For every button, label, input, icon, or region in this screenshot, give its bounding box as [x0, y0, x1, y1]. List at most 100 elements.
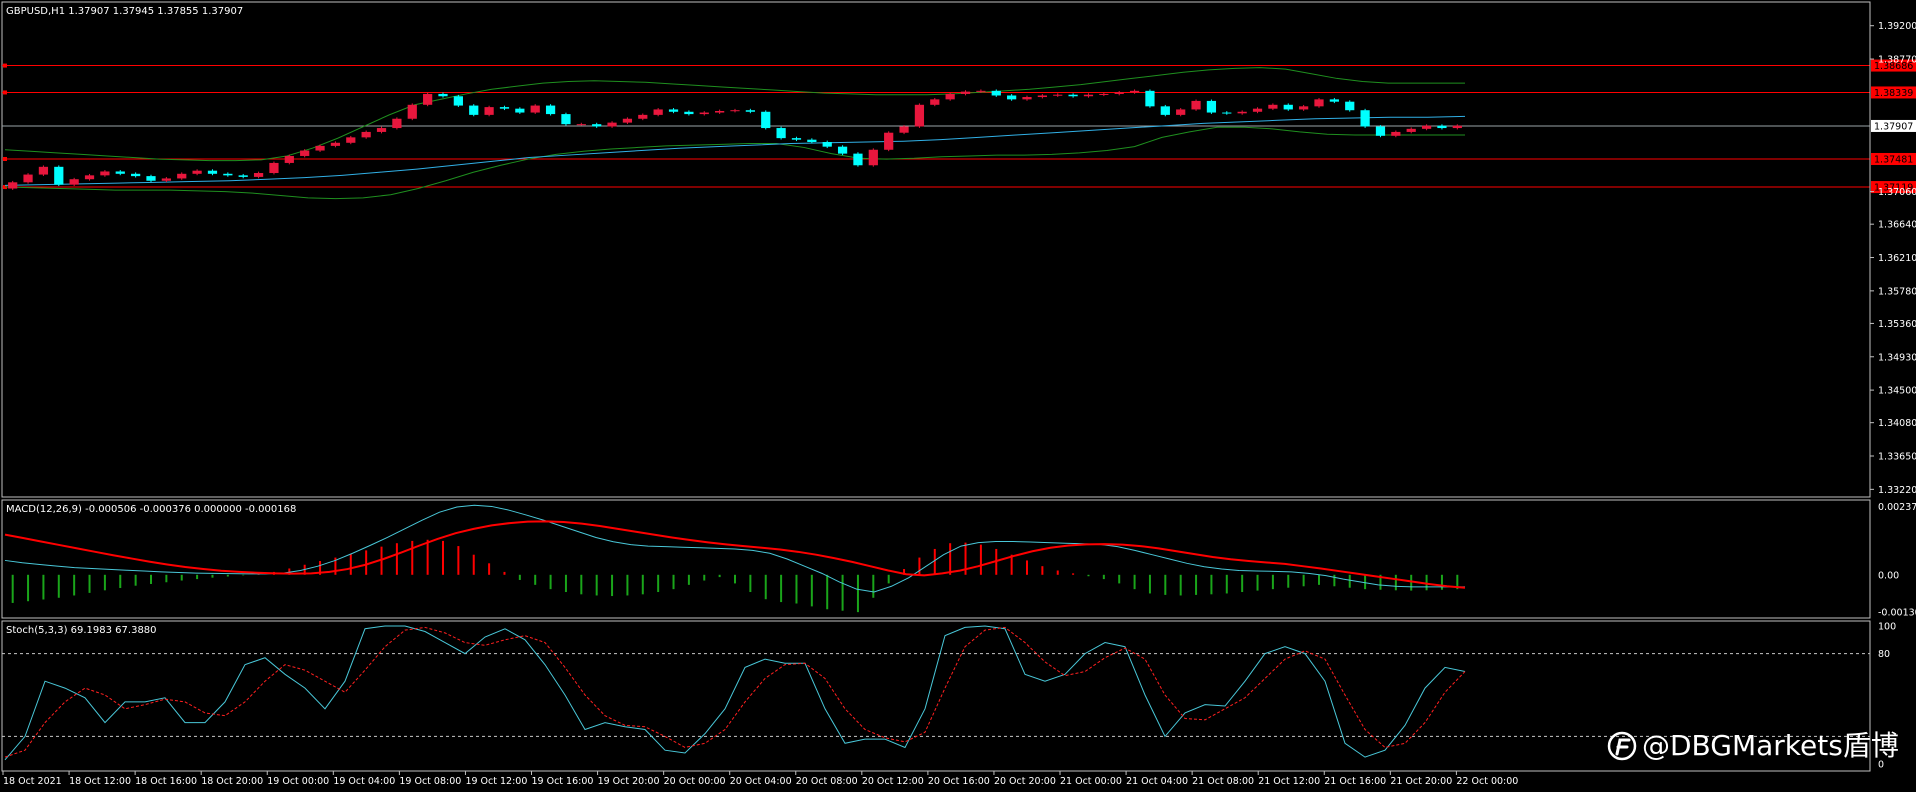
candle-body	[868, 149, 878, 166]
candle-body	[376, 128, 387, 132]
candle-body	[945, 93, 955, 100]
chart-root: 1.386861.383391.379071.374811.371191.392…	[0, 0, 1916, 792]
candle-body	[530, 105, 540, 113]
candle-body	[100, 171, 110, 176]
candle-body	[1360, 110, 1370, 127]
candle-body	[1176, 109, 1186, 115]
time-tick-label: 20 Oct 16:00	[928, 776, 990, 787]
time-tick-label: 20 Oct 00:00	[664, 776, 726, 787]
macd-tick-label: -0.001303	[1878, 608, 1916, 619]
candle-body	[545, 105, 556, 115]
candle-body	[192, 170, 202, 174]
candle-body	[1022, 97, 1032, 100]
candle-body	[561, 114, 571, 125]
level-tag-label: 1.37907	[1874, 121, 1913, 132]
price-tick-label: 1.33220	[1878, 485, 1916, 496]
candle-body	[1283, 104, 1293, 110]
price-tick-label: 1.35780	[1878, 286, 1916, 297]
candle-body	[1329, 99, 1339, 102]
candle-body	[1129, 90, 1140, 93]
time-tick-label: 21 Oct 20:00	[1390, 776, 1452, 787]
candle-body	[761, 111, 771, 129]
candle-body	[269, 162, 279, 174]
candle-body	[1406, 128, 1416, 132]
candle-body	[407, 104, 417, 119]
candle-body	[745, 110, 755, 112]
candle-body	[638, 114, 648, 119]
time-tick-label: 20 Oct 12:00	[862, 776, 924, 787]
price-tick-label: 1.34930	[1878, 352, 1916, 363]
candle-body	[499, 107, 510, 109]
time-tick-label: 21 Oct 12:00	[1258, 776, 1320, 787]
candle-body	[1145, 90, 1155, 107]
candle-body	[1191, 100, 1201, 110]
candle-body	[1114, 92, 1124, 94]
time-tick-label: 19 Oct 16:00	[532, 776, 594, 787]
candle-body	[146, 176, 156, 181]
time-tick-label: 18 Oct 12:00	[69, 776, 131, 787]
candle-body	[807, 139, 817, 143]
price-tick-label: 1.38770	[1878, 55, 1916, 66]
candle-body	[776, 128, 786, 139]
candle-body	[69, 179, 79, 185]
level-tag-label: 1.37481	[1874, 154, 1913, 165]
candle-body	[899, 126, 909, 133]
time-tick-label: 20 Oct 08:00	[796, 776, 858, 787]
candle-body	[607, 122, 617, 127]
stoch-tick-label: 100	[1878, 622, 1896, 633]
candle-body	[131, 173, 141, 177]
candle-body	[1391, 131, 1401, 136]
candle-body	[853, 153, 863, 166]
price-tick-label: 1.35360	[1878, 319, 1916, 330]
price-tick-label: 1.37060	[1878, 187, 1916, 198]
time-tick-label: 18 Oct 16:00	[135, 776, 197, 787]
stoch-tick-label: 80	[1878, 649, 1890, 660]
candle-body	[300, 150, 310, 156]
macd-tick-label: 0.002377	[1878, 502, 1916, 513]
candle-body	[115, 171, 125, 174]
candle-body	[592, 124, 602, 127]
candle-body	[1452, 125, 1462, 129]
candle-body	[330, 142, 341, 146]
candle-body	[837, 146, 848, 154]
candle-body	[484, 107, 494, 115]
time-tick-label: 19 Oct 08:00	[399, 776, 461, 787]
candle-body	[1206, 100, 1217, 113]
candle-body	[223, 173, 233, 176]
candle-body	[576, 124, 586, 126]
candle-body	[1345, 101, 1355, 111]
candle-body	[361, 131, 371, 138]
candle-body	[346, 137, 356, 143]
time-tick-label: 22 Oct 00:00	[1456, 776, 1518, 787]
candle-body	[423, 93, 433, 105]
time-tick-label: 19 Oct 20:00	[598, 776, 660, 787]
candle-body	[392, 118, 402, 129]
time-tick-label: 19 Oct 12:00	[465, 776, 527, 787]
level-marker	[3, 63, 7, 68]
background	[0, 0, 1916, 792]
candle-body	[1237, 111, 1247, 114]
candle-body	[1314, 99, 1324, 107]
level-marker	[3, 156, 7, 161]
stoch-panel-title: Stoch(5,3,3) 69.1983 67.3880	[6, 625, 157, 636]
candle-body	[1053, 94, 1063, 96]
candle-body	[1037, 95, 1047, 98]
candle-body	[930, 99, 940, 105]
candle-body	[54, 166, 64, 185]
price-tick-label: 1.36210	[1878, 253, 1916, 264]
time-tick-label: 18 Oct 2021	[3, 776, 62, 787]
candle-body	[976, 90, 986, 92]
candle-body	[791, 138, 802, 140]
candle-body	[653, 109, 663, 115]
time-tick-label: 18 Oct 20:00	[201, 776, 263, 787]
candle-body	[284, 155, 294, 163]
candle-body	[469, 105, 479, 115]
time-tick-label: 21 Oct 04:00	[1126, 776, 1188, 787]
price-tick-label: 1.34080	[1878, 418, 1916, 429]
time-tick-label: 20 Oct 20:00	[994, 776, 1056, 787]
candle-body	[960, 91, 971, 94]
time-tick-label: 21 Oct 16:00	[1324, 776, 1386, 787]
time-tick-label: 19 Oct 00:00	[267, 776, 329, 787]
candle-body	[1299, 106, 1309, 110]
candle-body	[177, 173, 187, 179]
